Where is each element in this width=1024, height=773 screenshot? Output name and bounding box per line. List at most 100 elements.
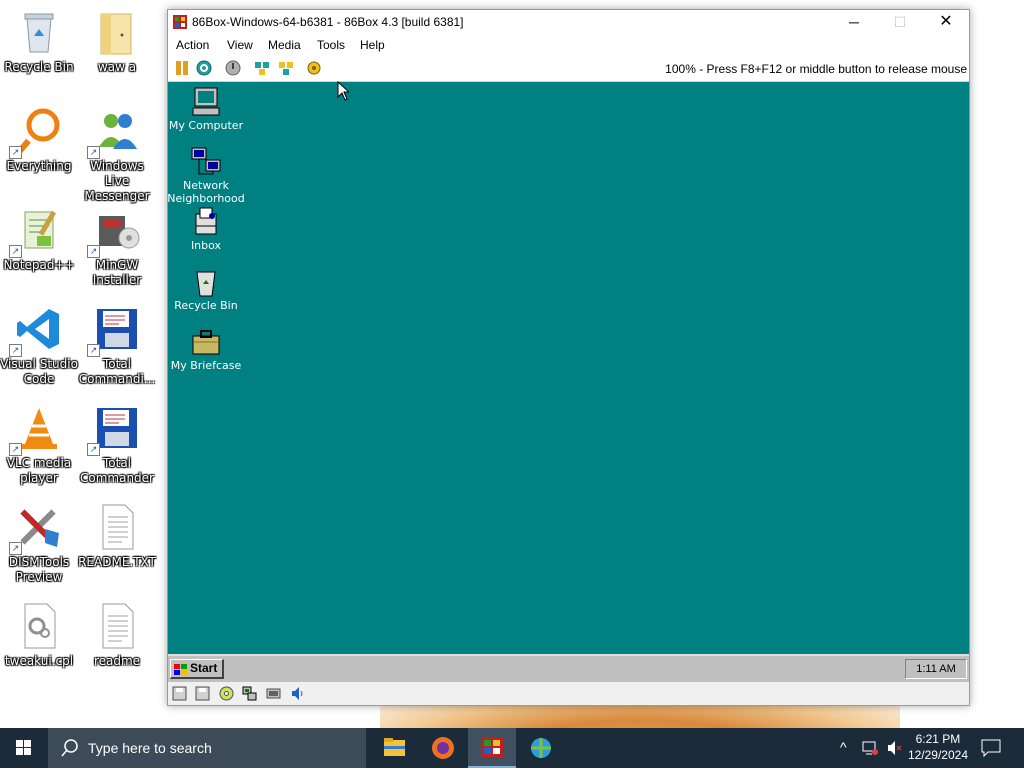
desktop-icon-dismtools-preview[interactable]: ↗ DISMTools Preview bbox=[0, 503, 78, 585]
taskbar-86box[interactable] bbox=[468, 728, 516, 768]
folder-icon bbox=[93, 8, 141, 56]
floppy-drive-icon[interactable] bbox=[172, 686, 187, 701]
menu-media[interactable]: Media bbox=[268, 38, 301, 52]
guest-icon-my-briefcase[interactable]: My Briefcase bbox=[168, 326, 246, 372]
notification-icon bbox=[981, 739, 1001, 758]
host-taskbar: Type here to search ^ 6:21 PM 12/29/2024 bbox=[0, 728, 1024, 768]
system-tray: ^ bbox=[838, 728, 908, 768]
desktop-icon-total-commander-64[interactable]: ↗ Total Commandi... bbox=[78, 305, 156, 387]
shortcut-arrow-icon: ↗ bbox=[9, 146, 22, 159]
mouse-status-text: 100% - Press F8+F12 or middle button to … bbox=[665, 62, 967, 76]
notifications-button[interactable] bbox=[979, 738, 1003, 758]
sound-icon[interactable] bbox=[290, 686, 305, 701]
windows-flag-icon bbox=[174, 663, 187, 675]
clock-time: 6:21 PM bbox=[915, 732, 961, 746]
guest-start-button[interactable]: Start bbox=[170, 659, 224, 679]
recycle-bin-icon bbox=[15, 8, 63, 56]
display-icon[interactable] bbox=[266, 686, 281, 701]
desktop-icon-windows-live-messenger[interactable]: ↗ Windows Live Messenger bbox=[78, 107, 156, 204]
86box-icon bbox=[173, 15, 187, 29]
menu-action[interactable]: Action bbox=[176, 38, 209, 52]
shortcut-arrow-icon: ↗ bbox=[9, 542, 22, 555]
installer-icon: ↗ bbox=[87, 206, 141, 258]
vlc-icon: ↗ bbox=[9, 404, 63, 456]
menu-bar: Action View Media Tools Help bbox=[168, 34, 969, 56]
menu-tools[interactable]: Tools bbox=[317, 38, 345, 52]
guest-icon-recycle-bin[interactable]: Recycle Bin bbox=[168, 266, 246, 312]
firefox-icon bbox=[432, 737, 454, 759]
text-file-icon bbox=[93, 602, 141, 650]
emulator-window[interactable]: 86Box-Windows-64-b6381 - 86Box 4.3 [buil… bbox=[167, 9, 970, 706]
desktop-icon-waw-a[interactable]: waw a bbox=[78, 8, 156, 75]
clock-date: 12/29/2024 bbox=[907, 748, 968, 762]
desktop-icon-readme-txt[interactable]: README.TXT bbox=[78, 503, 156, 570]
host-start-button[interactable] bbox=[0, 728, 48, 768]
guest-taskbar: Start 1:11 AM bbox=[168, 654, 969, 682]
my-computer-icon bbox=[190, 86, 222, 118]
windows-logo-icon bbox=[16, 740, 31, 755]
close-button[interactable]: ✕ bbox=[923, 10, 969, 34]
shortcut-arrow-icon: ↗ bbox=[87, 146, 100, 159]
title-bar[interactable]: 86Box-Windows-64-b6381 - 86Box 4.3 [buil… bbox=[168, 10, 969, 34]
window-title: 86Box-Windows-64-b6381 - 86Box 4.3 [buil… bbox=[192, 15, 464, 29]
floppy-drive-icon[interactable] bbox=[195, 686, 210, 701]
guest-screen[interactable]: My Computer Network Neighborhood Inbox R… bbox=[168, 82, 969, 682]
desktop-icon-mingw-installer[interactable]: ↗ MinGW Installer bbox=[78, 206, 156, 288]
ctrl-alt-esc-icon[interactable] bbox=[277, 59, 295, 77]
desktop-icon-everything[interactable]: ↗ Everything bbox=[0, 107, 78, 174]
cdrom-icon[interactable] bbox=[219, 686, 234, 701]
network-icon[interactable] bbox=[242, 686, 257, 701]
desktop-icon-visual-studio-code[interactable]: ↗ Visual Studio Code bbox=[0, 305, 78, 387]
maximize-icon: ☐ bbox=[893, 14, 907, 30]
volume-muted-icon[interactable] bbox=[886, 740, 902, 756]
minimize-button[interactable]: ─ bbox=[831, 10, 877, 34]
toolbar: 100% - Press F8+F12 or middle button to … bbox=[168, 56, 969, 82]
shortcut-arrow-icon: ↗ bbox=[9, 245, 22, 258]
host-clock[interactable]: 6:21 PM 12/29/2024 bbox=[908, 731, 968, 763]
maximize-button[interactable]: ☐ bbox=[877, 10, 923, 34]
taskbar-firefox[interactable] bbox=[419, 728, 467, 768]
menu-view[interactable]: View bbox=[227, 38, 253, 52]
inbox-icon bbox=[190, 206, 222, 238]
guest-icon-network-neighborhood[interactable]: Network Neighborhood bbox=[168, 146, 246, 205]
emulator-statusbar bbox=[168, 682, 969, 705]
shortcut-arrow-icon: ↗ bbox=[87, 443, 100, 456]
floppy-icon: ↗ bbox=[87, 305, 141, 357]
settings-icon[interactable] bbox=[305, 59, 323, 77]
guest-icon-my-computer[interactable]: My Computer bbox=[168, 86, 246, 132]
power-icon[interactable] bbox=[224, 59, 242, 77]
taskbar-file-explorer[interactable] bbox=[370, 728, 418, 768]
desktop-icon-tweakui-cpl[interactable]: tweakui.cpl bbox=[0, 602, 78, 669]
messenger-icon: ↗ bbox=[87, 107, 141, 159]
shortcut-arrow-icon: ↗ bbox=[9, 344, 22, 357]
desktop-icon-total-commander[interactable]: ↗ Total Commander bbox=[78, 404, 156, 486]
desktop-icon-notepadpp[interactable]: ↗ Notepad++ bbox=[0, 206, 78, 273]
vscode-icon: ↗ bbox=[9, 305, 63, 357]
chevron-up-icon[interactable]: ^ bbox=[840, 739, 847, 755]
briefcase-icon bbox=[190, 326, 222, 358]
shortcut-arrow-icon: ↗ bbox=[9, 443, 22, 456]
desktop-icon-readme[interactable]: readme bbox=[78, 602, 156, 669]
taskbar-network-app[interactable] bbox=[517, 728, 565, 768]
desktop-icon-recycle-bin[interactable]: Recycle Bin bbox=[0, 8, 78, 75]
network-app-icon bbox=[531, 738, 551, 758]
menu-help[interactable]: Help bbox=[360, 38, 385, 52]
search-box[interactable]: Type here to search bbox=[48, 728, 366, 768]
reset-icon[interactable] bbox=[195, 59, 213, 77]
magnifier-app-icon: ↗ bbox=[9, 107, 63, 159]
network-status-icon[interactable] bbox=[862, 740, 878, 756]
guest-icon-inbox[interactable]: Inbox bbox=[168, 206, 246, 252]
desktop-icon-vlc-media-player[interactable]: ↗ VLC media player bbox=[0, 404, 78, 486]
network-neighborhood-icon bbox=[190, 146, 222, 178]
ctrl-alt-del-icon[interactable] bbox=[253, 59, 271, 77]
search-placeholder: Type here to search bbox=[88, 740, 212, 756]
mouse-cursor-icon bbox=[337, 80, 351, 101]
close-icon: ✕ bbox=[939, 13, 953, 30]
search-icon bbox=[61, 739, 78, 757]
notepadpp-icon: ↗ bbox=[9, 206, 63, 258]
floppy-icon: ↗ bbox=[87, 404, 141, 456]
shortcut-arrow-icon: ↗ bbox=[87, 344, 100, 357]
file-explorer-icon bbox=[384, 738, 405, 756]
cpl-file-icon bbox=[15, 602, 63, 650]
pause-icon[interactable] bbox=[173, 59, 191, 77]
